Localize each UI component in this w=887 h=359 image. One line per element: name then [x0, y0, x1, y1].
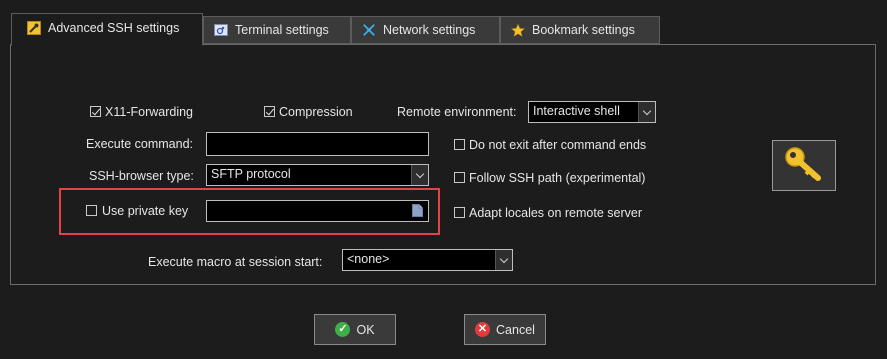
tab-label: Terminal settings: [235, 23, 329, 37]
follow-ssh-path-checkbox[interactable]: [454, 172, 465, 183]
star-icon: [511, 23, 525, 37]
ssh-settings-dialog: Advanced SSH settings Terminal settings …: [0, 0, 887, 359]
wrench-icon: [27, 21, 41, 35]
key-icon: [784, 146, 824, 185]
remote-environment-value: Interactive shell: [533, 104, 620, 118]
ssh-browser-type-label: SSH-browser type:: [89, 169, 194, 183]
use-private-key-checkbox[interactable]: [86, 205, 97, 216]
close-icon: ✕: [475, 322, 491, 337]
remote-environment-label: Remote environment:: [397, 105, 517, 119]
tab-label: Network settings: [383, 23, 476, 37]
chevron-down-icon: [495, 250, 512, 270]
ok-label: OK: [356, 322, 375, 337]
chevron-down-icon: [411, 165, 428, 185]
x11-forwarding-label: X11-Forwarding: [105, 105, 194, 119]
do-not-exit-checkbox[interactable]: [454, 139, 465, 150]
execute-command-input[interactable]: [206, 132, 429, 156]
compression-checkbox[interactable]: [264, 106, 275, 117]
execute-macro-value: <none>: [347, 252, 390, 266]
compression-label: Compression: [279, 105, 353, 119]
network-icon: [362, 23, 376, 37]
tab-label: Advanced SSH settings: [48, 21, 180, 35]
tab-advanced-ssh-settings[interactable]: Advanced SSH settings: [11, 13, 203, 46]
adapt-locales-checkbox[interactable]: [454, 207, 465, 218]
tab-label: Bookmark settings: [532, 23, 635, 37]
use-private-key-label: Use private key: [102, 204, 189, 218]
cancel-button[interactable]: ✕ Cancel: [464, 314, 546, 345]
follow-ssh-path-label: Follow SSH path (experimental): [469, 171, 646, 185]
key-manager-button[interactable]: [772, 140, 836, 191]
execute-macro-label: Execute macro at session start:: [148, 255, 323, 269]
adapt-locales-label: Adapt locales on remote server: [469, 206, 643, 220]
file-browse-icon[interactable]: [412, 204, 423, 217]
chevron-down-icon: [638, 102, 655, 122]
tab-terminal-settings[interactable]: Terminal settings: [203, 16, 351, 44]
ok-button[interactable]: ✓ OK: [314, 314, 396, 345]
terminal-icon: [214, 23, 228, 37]
execute-macro-select[interactable]: <none>: [342, 249, 513, 271]
execute-command-label: Execute command:: [86, 137, 193, 151]
do-not-exit-label: Do not exit after command ends: [469, 138, 647, 152]
x11-forwarding-checkbox[interactable]: [90, 106, 101, 117]
ssh-browser-type-value: SFTP protocol: [211, 167, 291, 181]
advanced-ssh-panel: X11-Forwarding Compression Remote enviro…: [10, 44, 876, 285]
ssh-browser-type-select[interactable]: SFTP protocol: [206, 164, 429, 186]
remote-environment-select[interactable]: Interactive shell: [528, 101, 656, 123]
tab-bookmark-settings[interactable]: Bookmark settings: [500, 16, 660, 44]
cancel-label: Cancel: [496, 322, 535, 337]
tab-network-settings[interactable]: Network settings: [351, 16, 500, 44]
checkmark-icon: ✓: [335, 322, 351, 337]
private-key-path-input[interactable]: [206, 200, 429, 222]
